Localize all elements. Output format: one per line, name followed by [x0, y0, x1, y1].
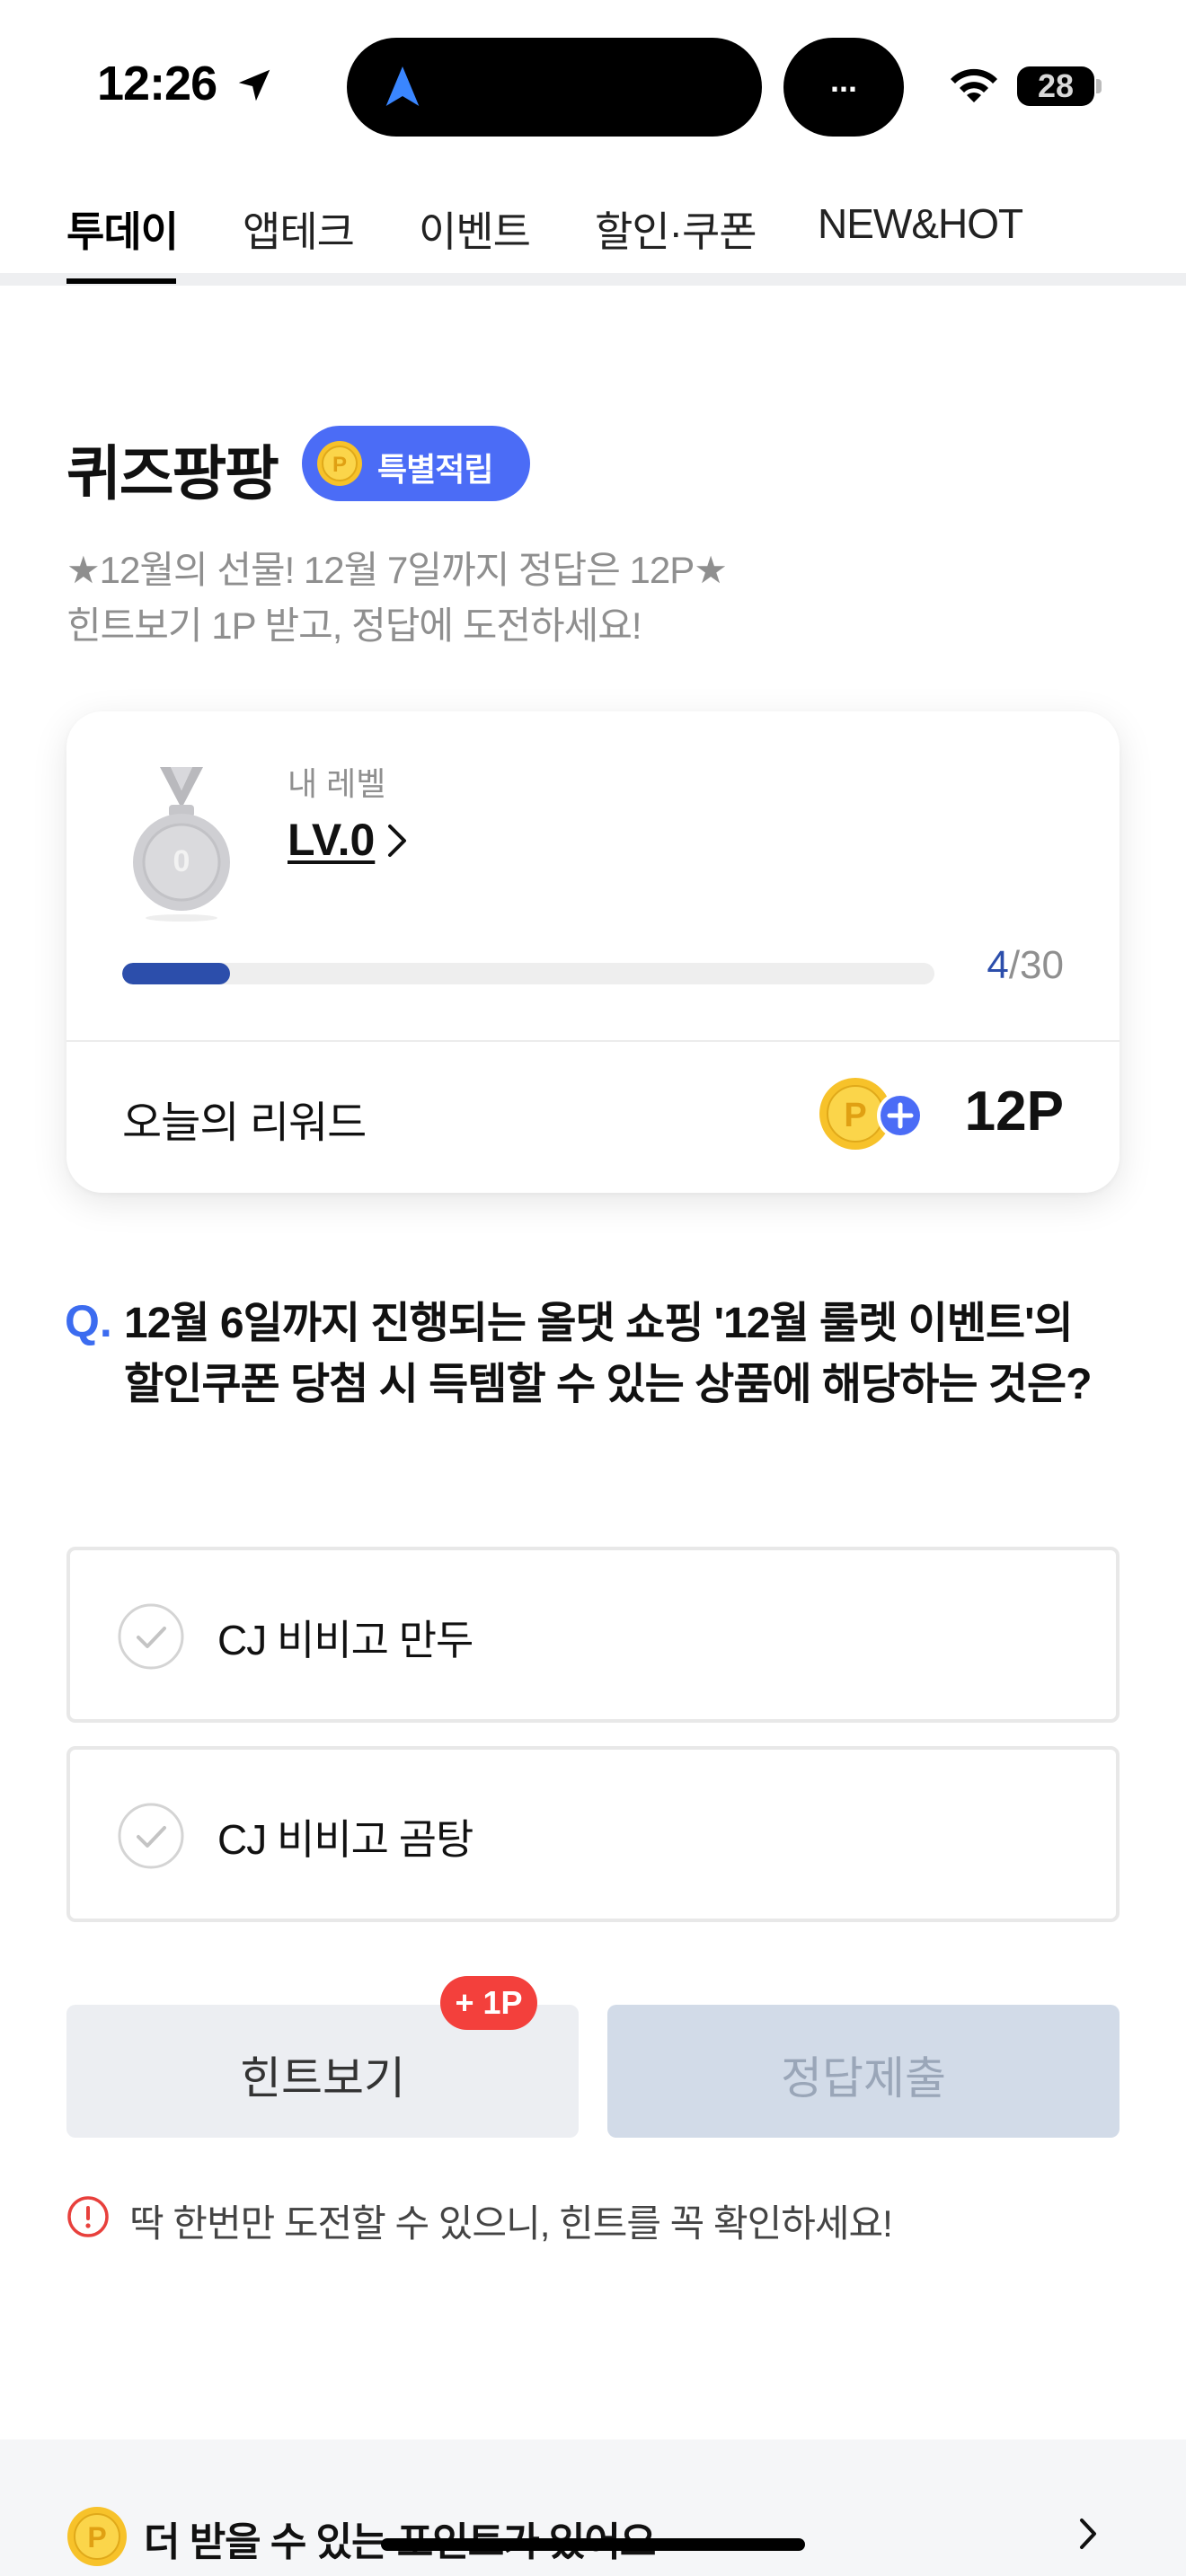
warning-text: 딱 한번만 도전할 수 있으니, 힌트를 꼭 확인하세요!	[129, 2202, 893, 2245]
coin-plus-icon: P	[819, 1078, 924, 1150]
status-time: 12:26	[97, 57, 217, 110]
progress-current: 4	[987, 943, 1009, 987]
tab-today[interactable]: 투데이	[66, 199, 179, 259]
answer-option-label: CJ 비비고 만두	[217, 1617, 474, 1663]
submit-button-label: 정답제출	[781, 2053, 946, 2104]
level-progress-bar	[122, 963, 934, 984]
svg-text:P: P	[87, 2521, 106, 2554]
medal-icon	[133, 767, 230, 922]
quiz-subtitle: ★12월의 선물! 12월 7일까지 정답은 12P★ 힌트보기 1P 받고, …	[66, 543, 728, 654]
svg-text:P: P	[844, 1097, 866, 1134]
special-badge-label: 특별적립	[377, 451, 493, 488]
subtitle-line-2: 힌트보기 1P 받고, 정답에 도전하세요!	[66, 604, 642, 647]
progress-total: /30	[1008, 943, 1064, 987]
point-coin-icon: P	[67, 2507, 127, 2566]
tab-apptech[interactable]: 앱테크	[243, 199, 355, 259]
answer-option-label: CJ 비비고 곰탕	[217, 1816, 474, 1863]
battery-indicator: 28	[1017, 66, 1094, 106]
answer-option-2[interactable]: CJ 비비고 곰탕	[66, 1746, 1120, 1922]
level-progress-fill	[122, 963, 231, 984]
location-arrow-icon	[238, 69, 270, 101]
svg-text:P: P	[332, 453, 347, 477]
tab-discount-coupon[interactable]: 할인·쿠폰	[595, 199, 757, 259]
page-title: 퀴즈팡팡	[66, 440, 279, 507]
hint-point-badge: + 1P	[440, 1976, 537, 2030]
tab-event[interactable]: 이벤트	[419, 199, 531, 259]
level-card: 0 내 레벨 LV.0 4/30 오늘의 리워드 P 12P	[66, 711, 1120, 1193]
chevron-right-icon	[1080, 2519, 1096, 2549]
active-tab-indicator	[66, 278, 176, 284]
chevron-right-icon[interactable]	[386, 823, 408, 859]
question-text: 12월 6일까지 진행되는 올댓 쇼핑 '12월 룰렛 이벤트'의 할인쿠폰 당…	[124, 1300, 1093, 1408]
submit-answer-button[interactable]: 정답제출	[607, 2005, 1120, 2138]
status-bar: 12:26 ... 28	[0, 0, 1186, 171]
more-points-banner[interactable]: P 더 받을 수 있는 포인트가 있어요	[0, 2439, 1186, 2576]
medal-number: 0	[173, 844, 190, 878]
alert-circle-icon	[67, 2196, 109, 2237]
reward-value: 12P	[964, 1081, 1064, 1142]
point-coin-icon: P	[317, 441, 362, 486]
check-circle-icon	[118, 1603, 184, 1670]
navigation-arrow-icon	[385, 66, 420, 106]
category-tabs: 투데이 앱테크 이벤트 할인·쿠폰 NEW&HOT	[0, 171, 1186, 286]
special-points-badge: P 특별적립	[302, 426, 530, 501]
home-indicator[interactable]	[381, 2538, 805, 2551]
level-value[interactable]: LV.0	[288, 814, 375, 866]
answer-option-1[interactable]: CJ 비비고 만두	[66, 1547, 1120, 1723]
check-circle-icon	[118, 1803, 184, 1869]
island-more[interactable]: ...	[783, 38, 904, 137]
reward-label: 오늘의 리워드	[122, 1099, 367, 1147]
battery-cap	[1096, 79, 1102, 93]
dynamic-island[interactable]	[347, 38, 762, 137]
level-progress-text: 4/30	[987, 943, 1064, 988]
hint-button-label: 힌트보기	[240, 2053, 405, 2104]
level-label: 내 레벨	[288, 765, 386, 802]
tab-new-hot[interactable]: NEW&HOT	[818, 199, 1023, 248]
card-divider	[66, 1040, 1120, 1042]
subtitle-line-1: ★12월의 선물! 12월 7일까지 정답은 12P★	[66, 549, 728, 591]
question-prefix: Q.	[65, 1296, 112, 1346]
wifi-icon	[951, 68, 997, 102]
